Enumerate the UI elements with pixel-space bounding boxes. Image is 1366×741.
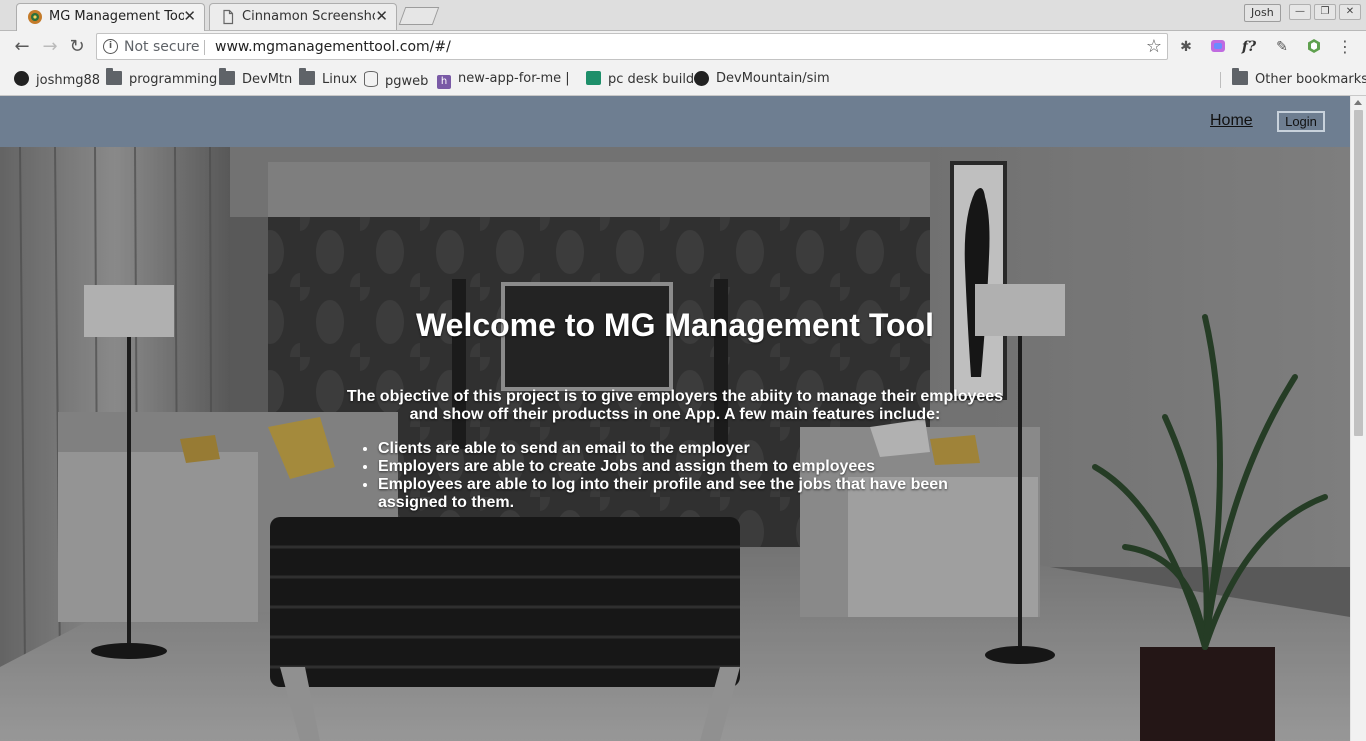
formula-extension-icon[interactable]: f? [1240,38,1258,56]
bookmark-new-app-for-me[interactable]: h new-app-for-me | H [437,71,570,89]
tab-strip: MG Management Tool ✕ Cinnamon Screenshot… [0,0,1366,31]
tab-cinnamon-screenshot[interactable]: Cinnamon Screenshot S ✕ [209,3,397,30]
scroll-up-icon[interactable] [1354,100,1362,105]
bookmark-label: joshmg88 [36,73,101,88]
list-item: Clients are able to send an email to the… [378,440,978,458]
node-extension-icon[interactable] [1305,38,1323,56]
new-tab-button[interactable] [398,7,440,25]
info-icon[interactable]: i [103,39,118,54]
tab-close-icon[interactable]: ✕ [375,7,388,25]
profile-button[interactable]: Josh [1244,4,1281,22]
color-extension-icon[interactable] [1209,38,1227,56]
hero-intro-text: The objective of this project is to give… [346,388,1004,423]
bookmark-label: new-app-for-me | H [458,71,570,86]
page-icon [223,9,234,25]
heroku-icon: h [437,75,451,89]
bookmark-linux[interactable]: Linux [299,68,358,87]
folder-icon [299,68,315,85]
bookmark-label: pgweb [385,74,429,89]
not-secure-label: Not secure [124,39,200,55]
tab-title: MG Management Tool [49,9,184,24]
bookmark-label: pc desk build [608,72,695,87]
browser-toolbar: ← → ↻ i Not secure www.mgmanagementtool.… [0,31,1366,63]
minimize-icon[interactable]: — [1289,4,1311,20]
bookmark-pc-desk-build[interactable]: pc desk build [586,71,694,87]
restore-icon[interactable]: ❐ [1314,4,1336,20]
bookmark-joshmg88[interactable]: joshmg88 [14,71,101,88]
address-bar[interactable]: i Not secure www.mgmanagementtool.com/#/… [96,33,1168,60]
page-title: Welcome to MG Management Tool [416,307,934,343]
bookmark-devmtn[interactable]: DevMtn [219,68,293,87]
pcpartpicker-icon [586,71,601,85]
folder-icon [1232,68,1248,85]
hero-section: Welcome to MG Management Tool The object… [0,147,1350,741]
github-icon [14,71,29,86]
app-favicon-icon [28,10,42,24]
list-item: Employers are able to create Jobs and as… [378,458,978,476]
menu-kebab-icon[interactable]: ⋮ [1336,38,1354,56]
page-scrollbar[interactable] [1350,96,1366,741]
tab-mg-management-tool[interactable]: MG Management Tool ✕ [16,3,205,31]
bookmark-label: Linux [322,72,358,87]
scrollbar-thumb[interactable] [1354,110,1363,436]
bookmarks-bar: joshmg88 programming DevMtn Linux pgweb … [0,63,1366,96]
bookmark-label: Other bookmarks [1255,72,1366,87]
feature-list: Clients are able to send an email to the… [378,440,978,512]
nav-home-link[interactable]: Home [1210,112,1253,130]
bookmark-programming[interactable]: programming [106,68,218,87]
tab-close-icon[interactable]: ✕ [183,7,196,25]
eyedropper-icon[interactable]: ✎ [1273,38,1291,56]
close-window-icon[interactable]: ✕ [1339,4,1361,20]
hero-content: Welcome to MG Management Tool The object… [0,147,1350,741]
folder-icon [219,68,235,85]
list-item: Employees are able to log into their pro… [378,476,968,512]
bookmark-label: programming [129,72,218,87]
github-icon [694,71,709,86]
other-bookmarks[interactable]: Other bookmarks [1232,68,1366,87]
folder-icon [106,68,122,85]
bookmark-label: DevMtn [242,72,293,87]
url-text[interactable]: www.mgmanagementtool.com/#/ [215,39,451,55]
forward-arrow-icon[interactable]: → [40,37,60,57]
database-icon [364,71,378,87]
bookmark-star-icon[interactable]: ☆ [1146,36,1162,57]
bookmark-label: DevMountain/simula [716,71,830,86]
login-button[interactable]: Login [1277,111,1325,132]
bookmarks-separator [1220,72,1221,88]
page-viewport: Home Login Welcome to MG Management Tool… [0,96,1350,741]
address-separator [204,40,205,55]
tab-title: Cinnamon Screenshot S [242,9,375,24]
bookmark-pgweb[interactable]: pgweb [364,71,429,89]
back-arrow-icon[interactable]: ← [12,37,32,57]
reload-icon[interactable]: ↻ [67,37,87,57]
app-navbar: Home Login [0,96,1350,147]
bug-extension-icon[interactable]: ✱ [1177,38,1195,56]
bookmark-devmountain-simula[interactable]: DevMountain/simula [694,71,830,87]
